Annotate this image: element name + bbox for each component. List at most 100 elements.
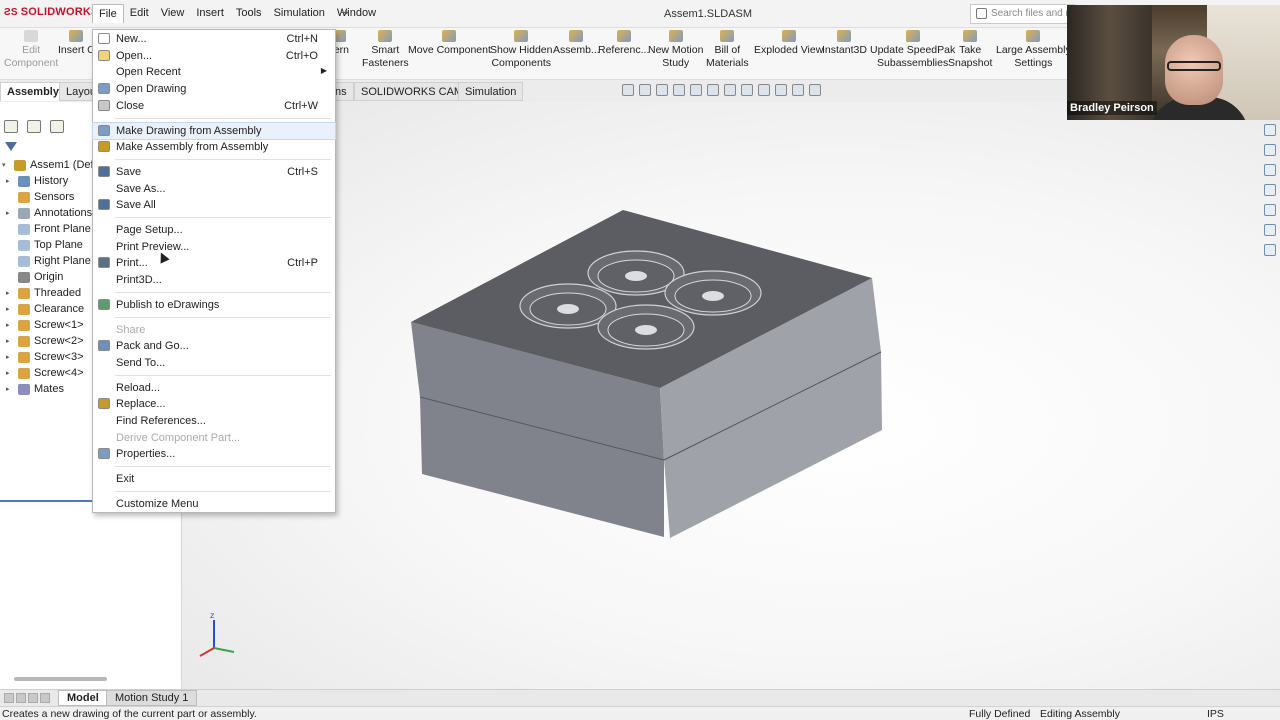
menu-file[interactable]: File bbox=[92, 4, 124, 23]
file-menu-replace[interactable]: Replace... bbox=[93, 396, 335, 412]
apply-scene-icon[interactable] bbox=[775, 84, 787, 96]
design-library-icon[interactable] bbox=[1264, 164, 1276, 176]
exploded-view-icon bbox=[781, 30, 796, 42]
hide-show-items-icon[interactable] bbox=[741, 84, 753, 96]
expand-arrow-icon[interactable]: ▸ bbox=[6, 321, 14, 329]
menu-item-label: Save bbox=[116, 165, 142, 178]
command-referenc-button[interactable]: Referenc... bbox=[598, 30, 649, 57]
file-menu-save[interactable]: Save Ctrl+S bbox=[93, 164, 335, 180]
expand-arrow-icon[interactable]: ▸ bbox=[6, 369, 14, 377]
file-menu-properties[interactable]: Properties... bbox=[93, 446, 335, 462]
featuremanager-tab-icon[interactable] bbox=[4, 120, 18, 133]
display-style-icon[interactable] bbox=[724, 84, 736, 96]
command-show-hidden-components-button[interactable]: Show Hidden Components bbox=[490, 30, 552, 70]
assembly-model[interactable] bbox=[182, 102, 1280, 689]
zoom-to-area-icon[interactable] bbox=[639, 84, 651, 96]
solidworks-logo[interactable]: ƧS SOLIDWORKS bbox=[4, 6, 99, 18]
previous-view-icon[interactable] bbox=[656, 84, 668, 96]
expand-arrow-icon[interactable]: ▸ bbox=[6, 209, 14, 217]
expand-arrow-icon[interactable]: ▸ bbox=[6, 353, 14, 361]
filter-icon[interactable] bbox=[5, 142, 17, 152]
menu-window[interactable]: Window bbox=[331, 4, 382, 23]
command-large-assembly-settings-button[interactable]: Large Assembly Settings bbox=[996, 30, 1071, 70]
expand-arrow-icon[interactable]: ▸ bbox=[6, 289, 14, 297]
command-assemb-button[interactable]: Assemb... bbox=[553, 30, 600, 57]
prev-tab-icon[interactable] bbox=[16, 693, 26, 703]
command-exploded-view-button[interactable]: Exploded View bbox=[754, 30, 823, 57]
search-input[interactable]: Search files and models bbox=[970, 4, 1075, 24]
file-menu-save-as[interactable]: Save As... bbox=[93, 181, 335, 197]
command-new-motion-study-button[interactable]: New Motion Study bbox=[648, 30, 703, 70]
menu-edit[interactable]: Edit bbox=[124, 4, 155, 23]
file-menu-print[interactable]: Print... Ctrl+P bbox=[93, 255, 335, 271]
tree-horizontal-scrollbar[interactable] bbox=[14, 677, 107, 681]
pin-icon[interactable]: ⇥ bbox=[340, 6, 349, 19]
file-menu-make-assembly-from-assembly[interactable]: Make Assembly from Assembly bbox=[93, 139, 335, 155]
file-menu-close[interactable]: Close Ctrl+W bbox=[93, 98, 335, 114]
file-menu-find-references[interactable]: Find References... bbox=[93, 413, 335, 429]
bottom-tab-model[interactable]: Model bbox=[58, 690, 108, 706]
tree-item-label: Front Plane bbox=[34, 223, 91, 235]
command-edit-component-button[interactable]: Edit Component bbox=[4, 30, 58, 70]
file-menu-open-drawing[interactable]: Open Drawing bbox=[93, 81, 335, 97]
expand-arrow-icon[interactable]: ▸ bbox=[6, 177, 14, 185]
tab-simulation[interactable]: Simulation bbox=[458, 82, 524, 101]
rollback-bar[interactable] bbox=[0, 500, 95, 502]
command-bill-of-materials-button[interactable]: Bill of Materials bbox=[706, 30, 749, 70]
menu-view[interactable]: View bbox=[155, 4, 191, 23]
configurationmanager-tab-icon[interactable] bbox=[50, 120, 64, 133]
section-view-icon[interactable] bbox=[673, 84, 685, 96]
last-tab-icon[interactable] bbox=[40, 693, 50, 703]
expand-arrow-icon[interactable]: ▸ bbox=[6, 385, 14, 393]
file-menu-send-to[interactable]: Send To... bbox=[93, 355, 335, 371]
file-menu-save-all[interactable]: Save All bbox=[93, 197, 335, 213]
custom-properties-icon[interactable] bbox=[1264, 244, 1276, 256]
command-instant3d-button[interactable]: Instant3D bbox=[822, 30, 867, 57]
appearances-icon[interactable] bbox=[1264, 224, 1276, 236]
file-menu-exit[interactable]: Exit bbox=[93, 471, 335, 487]
file-menu-print-preview[interactable]: Print Preview... bbox=[93, 239, 335, 255]
task-pane bbox=[1260, 120, 1280, 270]
view-palette-icon[interactable] bbox=[1264, 204, 1276, 216]
dynamic-annotation-icon[interactable] bbox=[690, 84, 702, 96]
menu-simulation[interactable]: Simulation bbox=[268, 4, 331, 23]
next-tab-icon[interactable] bbox=[28, 693, 38, 703]
first-tab-icon[interactable] bbox=[4, 693, 14, 703]
menu-insert[interactable]: Insert bbox=[190, 4, 230, 23]
file-menu-customize-menu[interactable]: Customize Menu bbox=[93, 496, 335, 512]
file-menu-pack-and-go[interactable]: Pack and Go... bbox=[93, 338, 335, 354]
expand-arrow-icon[interactable]: ▾ bbox=[2, 161, 10, 169]
file-menu-make-drawing-from-assembly[interactable]: Make Drawing from Assembly bbox=[92, 121, 336, 140]
view-settings-icon[interactable] bbox=[792, 84, 804, 96]
menu-item-label: Save All bbox=[116, 199, 156, 212]
command-move-component-button[interactable]: Move Component bbox=[408, 30, 491, 57]
file-menu-page-setup[interactable]: Page Setup... bbox=[93, 222, 335, 238]
display-pane-icon[interactable] bbox=[809, 84, 821, 96]
propertymanager-tab-icon[interactable] bbox=[27, 120, 41, 133]
file-menu-print3d[interactable]: Print3D... bbox=[93, 272, 335, 288]
command-update-speedpak-subassemblies-button[interactable]: Update SpeedPak Subassemblies bbox=[870, 30, 955, 70]
graphics-viewport[interactable]: z bbox=[182, 102, 1280, 689]
file-menu-reload[interactable]: Reload... bbox=[93, 380, 335, 396]
bottom-tab-motion-study-1[interactable]: Motion Study 1 bbox=[106, 690, 198, 706]
view-orientation-icon[interactable] bbox=[707, 84, 719, 96]
file-menu-open-recent[interactable]: Open Recent ▶ bbox=[93, 64, 335, 80]
tree-item-label: Right Plane bbox=[34, 255, 91, 267]
status-units[interactable]: IPS bbox=[1207, 708, 1224, 720]
command-take-snapshot-button[interactable]: Take Snapshot bbox=[948, 30, 992, 70]
menu-tools[interactable]: Tools bbox=[230, 4, 268, 23]
home-icon[interactable] bbox=[1264, 144, 1276, 156]
file-menu-open[interactable]: Open... Ctrl+O bbox=[93, 48, 335, 64]
solidworks-resources-icon[interactable] bbox=[1264, 124, 1276, 136]
tab-solidworks-cam[interactable]: SOLIDWORKS CAM bbox=[354, 82, 471, 101]
file-explorer-icon[interactable] bbox=[1264, 184, 1276, 196]
expand-arrow-icon[interactable]: ▸ bbox=[6, 305, 14, 313]
command-smart-fasteners-button[interactable]: Smart Fasteners bbox=[362, 30, 409, 70]
tab-assembly[interactable]: Assembly bbox=[0, 82, 66, 101]
expand-arrow-icon[interactable]: ▸ bbox=[6, 337, 14, 345]
file-menu-publish-to-edrawings[interactable]: Publish to eDrawings bbox=[93, 297, 335, 313]
command-insert-c-button[interactable]: Insert C bbox=[58, 30, 95, 57]
file-menu-new[interactable]: New... Ctrl+N bbox=[93, 31, 335, 47]
edit-appearance-icon[interactable] bbox=[758, 84, 770, 96]
zoom-to-fit-icon[interactable] bbox=[622, 84, 634, 96]
